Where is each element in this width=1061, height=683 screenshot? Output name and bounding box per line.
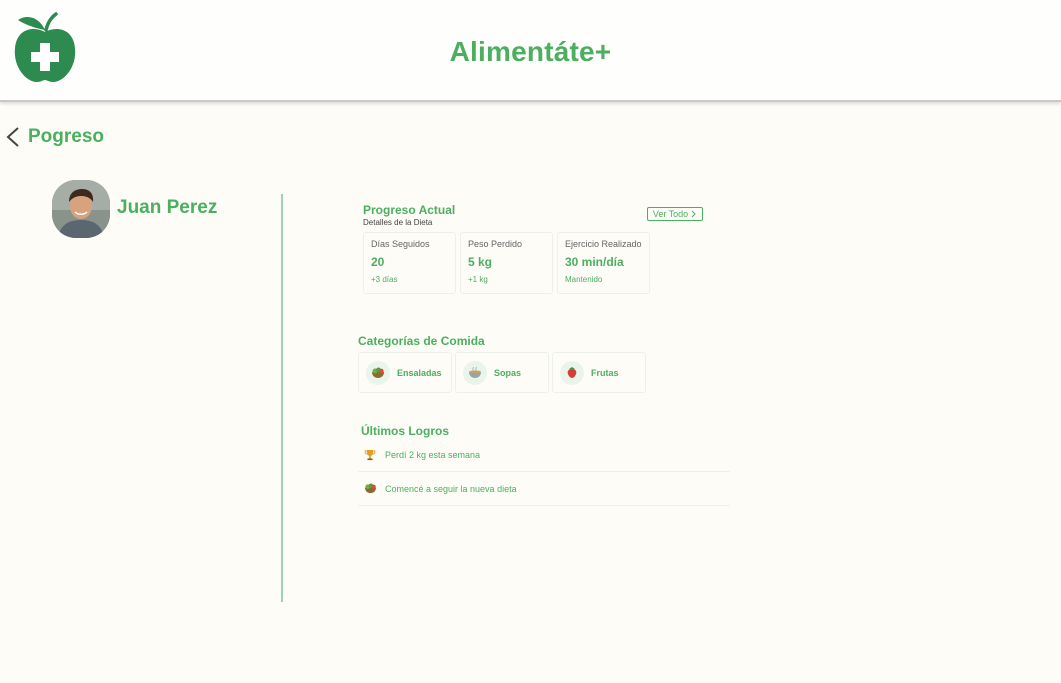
achievement-item: Perdí 2 kg esta semana — [358, 438, 730, 472]
achievement-item: Comencé a seguir la nueva dieta — [358, 472, 730, 506]
category-label: Ensaladas — [397, 367, 442, 378]
vertical-divider — [281, 194, 283, 602]
app-header: Alimentáte+ — [0, 0, 1061, 102]
achievements-title: Últimos Logros — [361, 424, 450, 438]
soup-bowl-icon — [463, 360, 487, 385]
salad-bowl-icon — [366, 360, 390, 385]
strawberry-icon — [560, 360, 584, 385]
stat-label: Ejercicio Realizado — [565, 239, 642, 249]
view-all-button[interactable]: Ver Todo — [647, 207, 703, 221]
stat-delta: +1 kg — [468, 275, 488, 284]
user-name: Juan Perez — [117, 197, 218, 218]
stat-value: 5 kg — [468, 255, 493, 269]
stat-card-weight: Peso Perdido 5 kg +1 kg — [460, 232, 553, 294]
category-label: Frutas — [591, 367, 619, 378]
stat-value: 20 — [371, 255, 385, 269]
categories-title: Categorías de Comida — [358, 334, 485, 348]
view-all-label: Ver Todo — [652, 209, 689, 219]
back-button[interactable]: Pogreso — [4, 124, 104, 150]
stat-delta: +3 días — [371, 275, 398, 284]
chevron-left-icon — [6, 127, 19, 147]
progress-title: Progreso Actual — [363, 203, 456, 217]
progress-subtitle: Detalles de la Dieta — [363, 218, 433, 227]
category-salads[interactable]: Ensaladas — [358, 352, 452, 393]
stat-card-exercise: Ejercicio Realizado 30 min/día Mantenido — [557, 232, 650, 294]
user-profile: Juan Perez — [52, 180, 217, 238]
chevron-right-icon — [691, 210, 696, 218]
stat-delta: Mantenido — [565, 275, 603, 284]
category-label: Sopas — [494, 367, 522, 378]
page-title: Pogreso — [28, 126, 105, 147]
category-soups[interactable]: Sopas — [455, 352, 549, 393]
avatar[interactable] — [52, 180, 110, 238]
trophy-icon — [362, 447, 378, 463]
achievement-text: Comencé a seguir la nueva dieta — [385, 483, 517, 494]
achievement-text: Perdí 2 kg esta semana — [385, 449, 481, 460]
stat-label: Días Seguidos — [371, 239, 430, 249]
app-title: Alimentáte+ — [449, 36, 612, 67]
stat-card-days: Días Seguidos 20 +3 días — [363, 232, 456, 294]
salad-bowl-icon — [362, 481, 378, 497]
stat-value: 30 min/día — [565, 255, 624, 269]
stat-label: Peso Perdido — [468, 239, 523, 249]
category-fruits[interactable]: Frutas — [552, 352, 646, 393]
